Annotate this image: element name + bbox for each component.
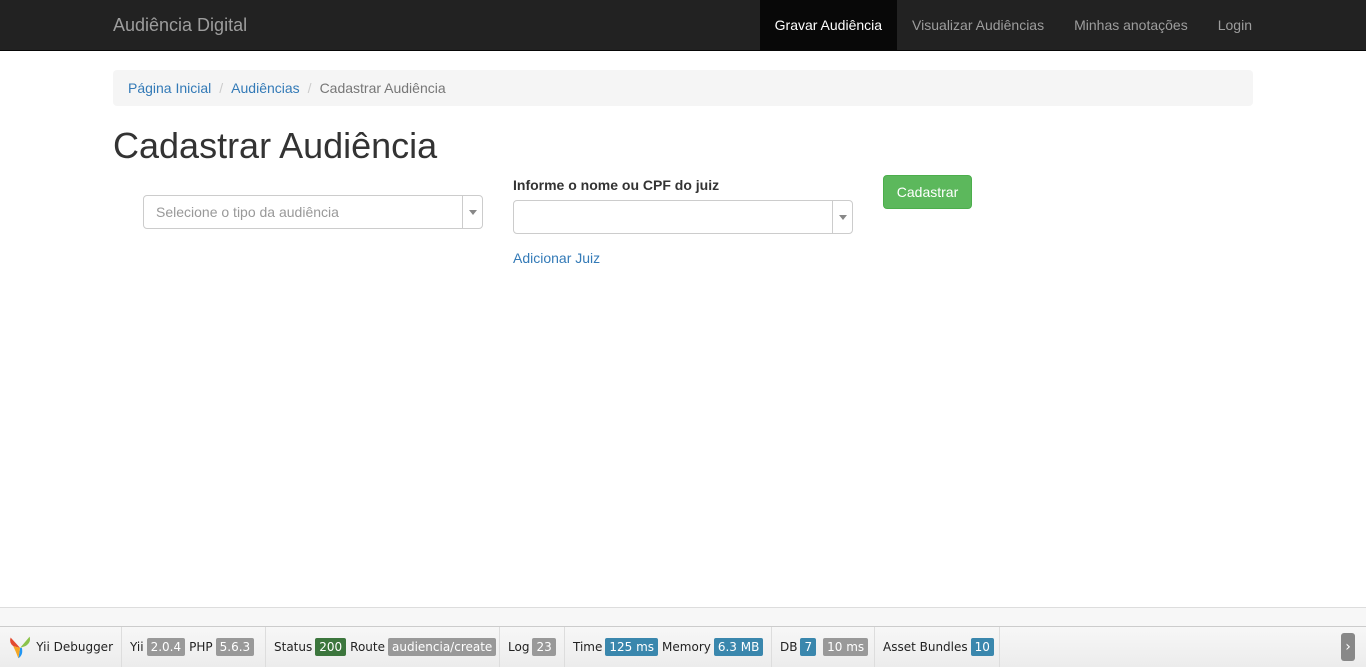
db-count-badge: 7: [800, 638, 817, 656]
cadastrar-button[interactable]: Cadastrar: [883, 175, 972, 209]
debug-toolbar: Yii Debugger Yii 2.0.4 PHP 5.6.3 Status …: [0, 626, 1366, 667]
debug-assets-block[interactable]: Asset Bundles 10: [875, 627, 1000, 667]
breadcrumb-current: Cadastrar Audiência: [319, 80, 446, 96]
breadcrumb-separator: /: [307, 80, 312, 96]
debug-db-block[interactable]: DB 7 10 ms: [772, 627, 875, 667]
navbar: Audiência Digital Gravar Audiência Visua…: [0, 0, 1366, 51]
db-time-badge: 10 ms: [823, 638, 869, 656]
tipo-audiencia-select[interactable]: Selecione o tipo da audiência: [143, 195, 483, 229]
nav-item-minhas-anotacoes[interactable]: Minhas anotações: [1059, 0, 1203, 50]
tipo-audiencia-placeholder: Selecione o tipo da audiência: [156, 204, 339, 220]
bundles-badge: 10: [970, 638, 994, 656]
debug-profiling-block[interactable]: Time 125 ms Memory 6.3 MB: [565, 627, 772, 667]
time-label: Time: [573, 640, 603, 654]
breadcrumb-audiencias[interactable]: Audiências: [231, 80, 300, 96]
chevron-down-icon[interactable]: [832, 201, 852, 233]
page-title: Cadastrar Audiência: [113, 125, 438, 166]
debug-request-block[interactable]: Status 200 Route audiencia/create: [266, 627, 500, 667]
status-badge: 200: [315, 638, 347, 656]
breadcrumb-home[interactable]: Página Inicial: [128, 80, 211, 96]
main-nav: Gravar Audiência Visualizar Audiências M…: [759, 0, 1267, 50]
memory-label: Memory: [662, 640, 711, 654]
nav-item-gravar-audiencia[interactable]: Gravar Audiência: [759, 0, 898, 50]
breadcrumb: Página Inicial / Audiências / Cadastrar …: [113, 70, 1253, 106]
juiz-select[interactable]: [513, 200, 853, 234]
route-label: Route: [350, 640, 385, 654]
chevron-right-icon[interactable]: ›: [1341, 633, 1355, 661]
debug-version-block[interactable]: Yii 2.0.4 PHP 5.6.3: [122, 627, 266, 667]
debug-title: Yii Debugger: [36, 640, 113, 654]
db-label: DB: [780, 640, 798, 654]
php-version-badge: 5.6.3: [215, 638, 255, 656]
debug-yii-block[interactable]: Yii Debugger: [0, 627, 122, 667]
nav-item-visualizar-audiencias[interactable]: Visualizar Audiências: [897, 0, 1059, 50]
yii-logo-icon: [10, 636, 31, 659]
time-badge: 125 ms: [605, 638, 659, 656]
log-label: Log: [508, 640, 530, 654]
add-juiz-link[interactable]: Adicionar Juiz: [513, 250, 600, 266]
debug-toolbar-spacer: [0, 607, 1366, 627]
memory-badge: 6.3 MB: [713, 638, 764, 656]
log-badge: 23: [532, 638, 556, 656]
brand-link[interactable]: Audiência Digital: [113, 15, 247, 35]
yii-label: Yii: [130, 640, 144, 654]
chevron-down-icon[interactable]: [462, 196, 482, 228]
breadcrumb-separator: /: [219, 80, 224, 96]
status-label: Status: [274, 640, 313, 654]
nav-item-login[interactable]: Login: [1203, 0, 1267, 50]
route-badge: audiencia/create: [388, 638, 497, 656]
debug-log-block[interactable]: Log 23: [500, 627, 565, 667]
bundles-label: Asset Bundles: [883, 640, 968, 654]
juiz-label: Informe o nome ou CPF do juiz: [513, 177, 720, 193]
yii-version-badge: 2.0.4: [146, 638, 186, 656]
php-label: PHP: [189, 640, 213, 654]
